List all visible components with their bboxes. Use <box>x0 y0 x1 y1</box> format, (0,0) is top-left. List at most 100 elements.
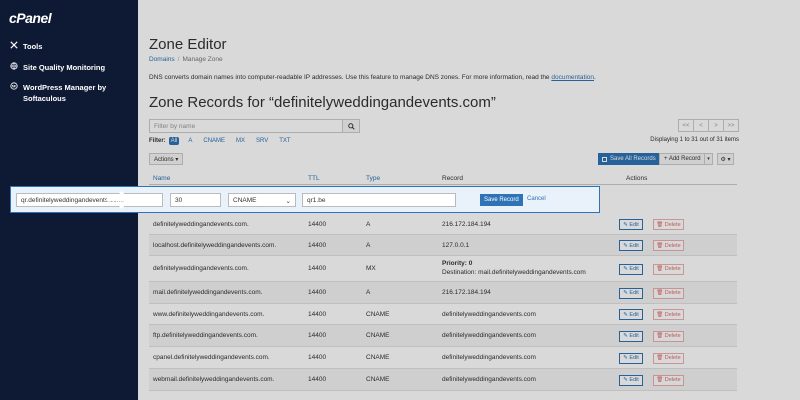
record-type-select[interactable]: CNAME ⌄ <box>228 193 296 207</box>
header-ttl[interactable]: TTL <box>308 175 320 182</box>
prev-page-button[interactable]: < <box>693 119 709 132</box>
delete-button[interactable]: 🗑 Delete <box>653 309 684 320</box>
add-record-caret[interactable]: ▾ <box>704 153 713 165</box>
cell-name: mail.definitelyweddingandevents.com. <box>153 289 263 296</box>
table-row: ftp.definitelyweddingandevents.com. 14400… <box>149 325 737 347</box>
cell-type: CNAME <box>366 376 390 383</box>
breadcrumb-domains[interactable]: Domains <box>149 56 175 63</box>
cell-record-destination: Destination: mail.definitelyweddingandev… <box>442 269 586 276</box>
next-page-button[interactable]: > <box>708 119 724 132</box>
filter-cname[interactable]: CNAME <box>201 137 227 145</box>
zone-records-table: Name TTL Type Record Actions <box>149 172 737 185</box>
cancel-link[interactable]: Cancel <box>527 196 546 202</box>
cell-record: 216.172.184.194 <box>442 289 491 296</box>
settings-gear-button[interactable]: ⚙ ▾ <box>717 153 734 165</box>
record-value-input[interactable]: qr1.be <box>302 193 456 207</box>
filter-txt[interactable]: TXT <box>277 137 292 145</box>
sidebar-item-label: WordPress Manager by Softaculous <box>23 83 107 103</box>
breadcrumb: Domains / Manage Zone <box>149 56 223 63</box>
delete-button[interactable]: 🗑 Delete <box>653 352 684 364</box>
record-name-input[interactable]: qr.definitelyweddingandevents.com. <box>16 193 163 207</box>
cell-record: definitelyweddingandevents.com <box>442 354 536 361</box>
cell-ttl: 14400 <box>308 289 327 296</box>
edit-button[interactable]: ✎ Edit <box>619 240 643 251</box>
delete-button[interactable]: 🗑 Delete <box>653 287 684 299</box>
save-record-button[interactable]: Save Record <box>480 194 523 206</box>
header-type[interactable]: Type <box>366 175 380 182</box>
cell-type: CNAME <box>366 310 390 318</box>
actions-dropdown[interactable]: Actions ▾ <box>149 153 184 165</box>
wordpress-icon: W <box>9 82 19 90</box>
filter-label: Filter: <box>149 138 166 144</box>
displaying-count: Displaying 1 to 31 out of 31 items <box>650 137 739 143</box>
edit-record-row: qr.definitelyweddingandevents.com. 30 CN… <box>10 186 600 213</box>
edit-button[interactable]: ✎ Edit <box>619 374 643 386</box>
cell-name: webmail.definitelyweddingandevents.com. <box>153 376 275 383</box>
search-icon <box>347 122 355 130</box>
delete-button[interactable]: 🗑 Delete <box>653 219 684 230</box>
cpanel-logo[interactable]: cPanel <box>9 10 52 26</box>
edit-button[interactable]: ✎ Edit <box>619 287 643 299</box>
cell-record: 216.172.184.194 <box>442 220 491 228</box>
sidebar-item-wordpress[interactable]: W WordPress Manager by Softaculous <box>9 82 134 104</box>
table-row: mail.definitelyweddingandevents.com. 1440… <box>149 282 737 304</box>
edit-button[interactable]: ✎ Edit <box>619 219 643 230</box>
cell-name: definitelyweddingandevents.com. <box>153 265 249 272</box>
search-button[interactable] <box>342 120 359 132</box>
cell-name: localhost.definitelyweddingandevents.com… <box>153 241 277 249</box>
delete-button[interactable]: 🗑 Delete <box>653 263 684 275</box>
save-all-label: Save All Records <box>610 156 656 162</box>
breadcrumb-current: Manage Zone <box>182 56 223 63</box>
edit-button[interactable]: ✎ Edit <box>619 330 643 342</box>
cell-name: definitelyweddingandevents.com. <box>153 220 249 228</box>
cell-ttl: 14400 <box>308 332 327 339</box>
cell-ttl: 14400 <box>308 310 327 318</box>
cell-record: definitelyweddingandevents.com <box>442 310 536 318</box>
table-header: Name TTL Type Record Actions <box>149 172 737 185</box>
cell-type: MX <box>366 265 376 272</box>
cell-name: www.definitelyweddingandevents.com. <box>153 310 265 318</box>
first-page-button[interactable]: << <box>678 119 694 132</box>
filter-a[interactable]: A <box>186 137 194 145</box>
cell-type: CNAME <box>366 332 390 339</box>
add-record-button[interactable]: + Add Record <box>659 153 706 165</box>
delete-button[interactable]: 🗑 Delete <box>653 240 684 251</box>
save-all-records-button[interactable]: Save All Records <box>598 153 660 165</box>
filter-srv[interactable]: SRV <box>254 137 270 145</box>
cell-record: definitelyweddingandevents.com <box>442 332 536 339</box>
edit-button[interactable]: ✎ Edit <box>619 352 643 364</box>
table-row: Destination: mail.definitelyweddingandev… <box>149 256 737 282</box>
header-name[interactable]: Name <box>153 175 170 182</box>
edit-button[interactable]: ✎ Edit <box>619 309 643 320</box>
tools-icon <box>9 41 19 49</box>
edit-button[interactable]: ✎ Edit <box>619 263 643 275</box>
svg-text:W: W <box>11 84 17 89</box>
cell-type: A <box>366 241 371 249</box>
cell-name: ftp.definitelyweddingandevents.com. <box>153 332 258 339</box>
filter-mx[interactable]: MX <box>234 137 247 145</box>
sidebar-item-label: Tools <box>23 42 43 51</box>
last-page-button[interactable]: >> <box>723 119 739 132</box>
breadcrumb-separator: / <box>177 56 180 63</box>
description-end: . <box>594 74 596 81</box>
cell-record: 127.0.0.1 <box>442 241 470 249</box>
record-ttl-input[interactable]: 30 <box>170 193 221 207</box>
documentation-link[interactable]: documentation <box>551 74 594 81</box>
cell-ttl: 14400 <box>308 376 327 383</box>
table-row: definitelyweddingandevents.com. 14400 A 216… <box>149 214 737 235</box>
save-icon <box>602 156 607 162</box>
pointer-arrow-icon <box>106 191 131 209</box>
filter-all[interactable]: All <box>168 137 180 145</box>
search-input[interactable]: Filter by name <box>150 120 342 132</box>
table-row: localhost.definitelyweddingandevents.com… <box>149 235 737 256</box>
cell-record: definitelyweddingandevents.com <box>442 376 536 383</box>
sidebar-item-site-quality[interactable]: Site Quality Monitoring <box>9 62 134 73</box>
cell-type: A <box>366 289 371 296</box>
delete-button[interactable]: 🗑 Delete <box>653 330 684 342</box>
filter-bar: Filter: All A CNAME MX SRV TXT <box>149 137 300 145</box>
sidebar-item-tools[interactable]: Tools <box>9 41 134 52</box>
delete-button[interactable]: 🗑 Delete <box>653 374 684 386</box>
cell-type: A <box>366 220 371 228</box>
record-type-value: CNAME <box>233 197 257 204</box>
cell-ttl: 14400 <box>308 241 327 249</box>
